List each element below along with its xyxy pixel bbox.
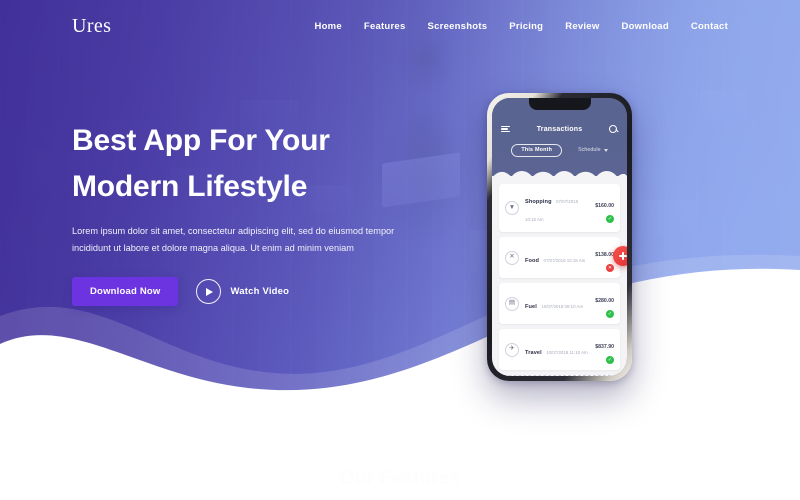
- transactions-list: ▼ Shopping 07/07/2018 10:15 Am $160.00 ✓…: [492, 171, 627, 376]
- transaction-date: 10/07/2018 11:10 Am: [546, 349, 588, 355]
- transaction-name: Fuel: [525, 303, 537, 310]
- landing-page: Ures Home Features Screenshots Pricing R…: [0, 0, 800, 500]
- transaction-meta: $837.90 ✓: [595, 335, 614, 364]
- watch-video-label: Watch Video: [230, 286, 290, 298]
- hero-subtitle: Lorem ipsum dolor sit amet, consectetur …: [72, 226, 395, 254]
- hero-title-line-2: Modern Lifestyle: [72, 169, 308, 203]
- watch-video-button[interactable]: Watch Video: [196, 279, 290, 305]
- hero-title-line-1: Best App For Your: [72, 124, 330, 157]
- phone-screen: Transactions This Month Schedule ▼ Shopp…: [492, 98, 627, 376]
- table-row[interactable]: ✕ Food 07/07/2018 10:15 Am $138.00 ✕: [499, 237, 620, 278]
- table-row[interactable]: ▼ Shopping 07/07/2018 10:15 Am $160.00 ✓: [499, 184, 620, 232]
- nav-item-home[interactable]: Home: [314, 21, 341, 32]
- phone-mockup: Transactions This Month Schedule ▼ Shopp…: [487, 93, 632, 381]
- transaction-info: Food 07/07/2018 10:15 Am: [525, 249, 589, 267]
- hero-content: Best App For Your Modern Lifestyle Lorem…: [72, 118, 432, 307]
- plane-icon: ✈: [505, 342, 519, 357]
- schedule-dropdown[interactable]: Schedule: [578, 147, 608, 153]
- download-now-button[interactable]: Download Now: [72, 277, 179, 307]
- chevron-down-icon: [603, 148, 608, 152]
- transaction-info: Travel 10/07/2018 11:10 Am: [525, 341, 589, 359]
- nav-item-download[interactable]: Download: [621, 21, 668, 32]
- cloud-edge-decoration: [492, 166, 627, 182]
- section-heading: Our Features: [339, 468, 461, 489]
- app-toolbar: Transactions: [492, 120, 627, 138]
- app-filter-row: This Month Schedule: [492, 142, 627, 158]
- transaction-info: Fuel 10/07/2018 08:10 Am: [525, 295, 589, 313]
- schedule-label: Schedule: [578, 147, 601, 153]
- transaction-date: 10/07/2018 08:10 Am: [541, 303, 584, 309]
- transaction-amount: $280.00: [595, 298, 614, 304]
- brand-logo[interactable]: Ures: [72, 15, 111, 38]
- transaction-meta: $280.00 ✓: [595, 289, 614, 318]
- page-title: Best App For Your Modern Lifestyle: [72, 118, 432, 209]
- status-badge: ✓: [606, 356, 614, 364]
- transaction-meta: $138.00 ✕: [595, 243, 614, 272]
- phone-notch: [528, 98, 591, 110]
- hero-cta-row: Download Now Watch Video: [72, 277, 432, 307]
- transaction-name: Travel: [525, 349, 542, 356]
- nav-links: Home Features Screenshots Pricing Review…: [314, 21, 728, 32]
- transaction-amount: $837.90: [595, 344, 614, 350]
- app-title: Transactions: [536, 125, 583, 133]
- nav-item-features[interactable]: Features: [364, 21, 406, 32]
- hamburger-icon[interactable]: [501, 125, 510, 133]
- status-badge: ✕: [606, 264, 614, 272]
- table-row[interactable]: ▤ Fuel 10/07/2018 08:10 Am $280.00 ✓: [499, 283, 620, 324]
- filter-this-month[interactable]: This Month: [511, 143, 563, 157]
- status-badge: ✓: [606, 310, 614, 318]
- top-navigation: Ures Home Features Screenshots Pricing R…: [0, 0, 800, 52]
- transaction-meta: $160.00 ✓: [595, 194, 614, 223]
- play-icon: [196, 279, 222, 305]
- transaction-info: Shopping 07/07/2018 10:15 Am: [525, 190, 589, 226]
- nav-item-contact[interactable]: Contact: [691, 21, 728, 32]
- next-section: Our Features: [0, 400, 800, 500]
- nav-item-screenshots[interactable]: Screenshots: [428, 21, 488, 32]
- close-icon: ✕: [505, 250, 519, 265]
- transaction-name: Shopping: [525, 199, 552, 205]
- transaction-amount: $160.00: [595, 202, 614, 209]
- add-transaction-button[interactable]: [613, 246, 627, 266]
- transaction-date: 07/07/2018 10:15 Am: [543, 257, 586, 263]
- fuel-icon: ▤: [505, 296, 519, 311]
- nav-item-review[interactable]: Review: [565, 21, 599, 32]
- table-row[interactable]: ✈ Travel 10/07/2018 11:10 Am $837.90 ✓: [499, 329, 620, 370]
- nav-item-pricing[interactable]: Pricing: [509, 21, 543, 32]
- transaction-name: Food: [525, 257, 540, 264]
- search-icon[interactable]: [609, 124, 618, 134]
- view-all-transactions-button[interactable]: VIEW ALL TRANSACTIONS: [499, 375, 620, 376]
- status-badge: ✓: [606, 214, 614, 223]
- basket-icon: ▼: [505, 201, 519, 215]
- transaction-amount: $138.00: [595, 252, 614, 258]
